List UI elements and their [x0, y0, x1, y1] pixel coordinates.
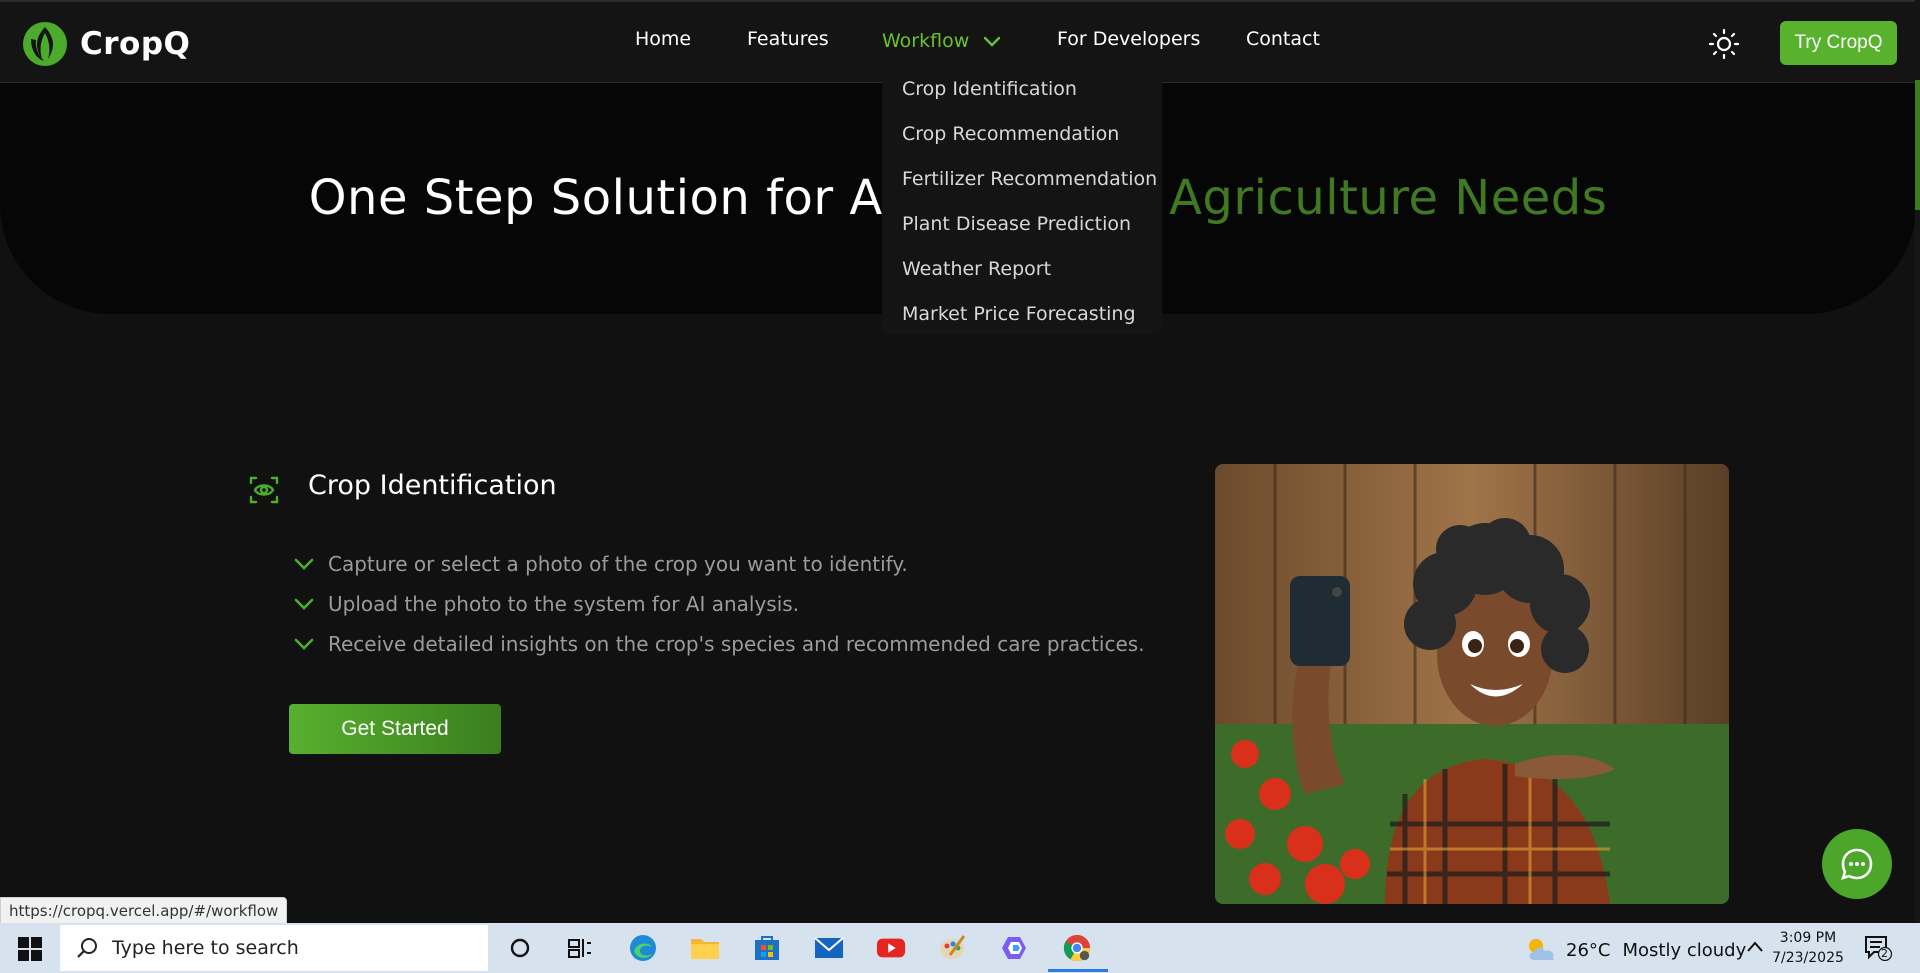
notification-count: 2: [1881, 947, 1888, 960]
menu-item-crop-identification[interactable]: Crop Identification: [902, 78, 1077, 100]
step-text: Upload the photo to the system for AI an…: [328, 592, 800, 616]
chevron-check-icon: [294, 558, 314, 570]
chevron-up-icon[interactable]: [1746, 939, 1764, 955]
search-icon: [77, 938, 97, 958]
chrome-active-indicator: [1048, 969, 1108, 972]
nav-contact[interactable]: Contact: [1246, 28, 1320, 50]
feature-steps-list: Capture or select a photo of the crop yo…: [294, 544, 1145, 664]
weather-condition: Mostly cloudy: [1622, 939, 1747, 961]
search-placeholder: Type here to search: [112, 937, 299, 959]
windows-taskbar: Type here to search 26°C Mostly cloudy 3…: [0, 923, 1920, 973]
taskbar-clock[interactable]: 3:09 PM 7/23/2025: [1768, 928, 1848, 968]
chevron-check-icon: [294, 598, 314, 610]
notification-center-button[interactable]: 2: [1864, 935, 1893, 962]
file-explorer-icon[interactable]: [690, 933, 720, 963]
taskbar-weather[interactable]: 26°C Mostly cloudy: [1524, 936, 1746, 964]
paint-icon[interactable]: [938, 933, 968, 963]
nav-workflow-label: Workflow: [882, 30, 970, 52]
menu-item-crop-recommendation[interactable]: Crop Recommendation: [902, 123, 1119, 145]
taskbar-search-input[interactable]: Type here to search: [60, 925, 488, 971]
farmer-selfie-illustration: [1215, 464, 1729, 904]
copilot-icon[interactable]: [1000, 933, 1030, 963]
mail-icon[interactable]: [814, 933, 844, 963]
step-text: Capture or select a photo of the crop yo…: [328, 552, 908, 576]
link-status-bar: https://cropq.vercel.app/#/workflow: [0, 897, 288, 925]
youtube-icon[interactable]: [876, 933, 906, 963]
cortana-icon[interactable]: [505, 933, 535, 963]
nav-home[interactable]: Home: [635, 28, 691, 50]
try-cropq-button[interactable]: Try CropQ: [1780, 21, 1897, 65]
list-item: Capture or select a photo of the crop yo…: [294, 544, 1145, 584]
section-title: Crop Identification: [308, 470, 557, 501]
leaf-logo-icon: [23, 22, 67, 66]
menu-item-market-price-forecasting[interactable]: Market Price Forecasting: [902, 303, 1136, 325]
windows-start-icon[interactable]: [18, 937, 42, 961]
list-item: Receive detailed insights on the crop's …: [294, 624, 1145, 664]
get-started-button[interactable]: Get Started: [289, 704, 501, 754]
chat-button[interactable]: [1822, 829, 1892, 899]
weather-temperature: 26°C: [1566, 939, 1611, 961]
chevron-check-icon: [294, 638, 314, 650]
page-scrollbar-thumb[interactable]: [1915, 80, 1920, 210]
menu-item-plant-disease-prediction[interactable]: Plant Disease Prediction: [902, 213, 1131, 235]
clock-date: 7/23/2025: [1772, 950, 1844, 966]
scan-eye-icon: [249, 476, 279, 504]
nav-features[interactable]: Features: [747, 28, 829, 50]
partly-cloudy-icon: [1529, 939, 1554, 961]
clock-time: 3:09 PM: [1779, 930, 1837, 946]
step-text: Receive detailed insights on the crop's …: [328, 632, 1145, 656]
chrome-icon[interactable]: [1062, 933, 1092, 963]
microsoft-store-icon[interactable]: [752, 933, 782, 963]
brand-name: CropQ: [80, 26, 191, 62]
nav-for-developers[interactable]: For Developers: [1057, 28, 1200, 50]
list-item: Upload the photo to the system for AI an…: [294, 584, 1145, 624]
workflow-dropdown-menu: Crop Identification Crop Recommendation …: [882, 70, 1162, 334]
nav-workflow[interactable]: Workflow: [882, 30, 1001, 52]
task-view-icon[interactable]: [565, 933, 595, 963]
edge-browser-icon[interactable]: [628, 933, 658, 963]
menu-item-fertilizer-recommendation[interactable]: Fertilizer Recommendation: [902, 168, 1157, 190]
chat-bubble-icon: [1840, 848, 1873, 881]
chevron-down-icon: [984, 36, 1001, 47]
sun-icon[interactable]: [1708, 28, 1740, 60]
brand-logo[interactable]: CropQ: [22, 21, 190, 67]
menu-item-weather-report[interactable]: Weather Report: [902, 258, 1051, 280]
